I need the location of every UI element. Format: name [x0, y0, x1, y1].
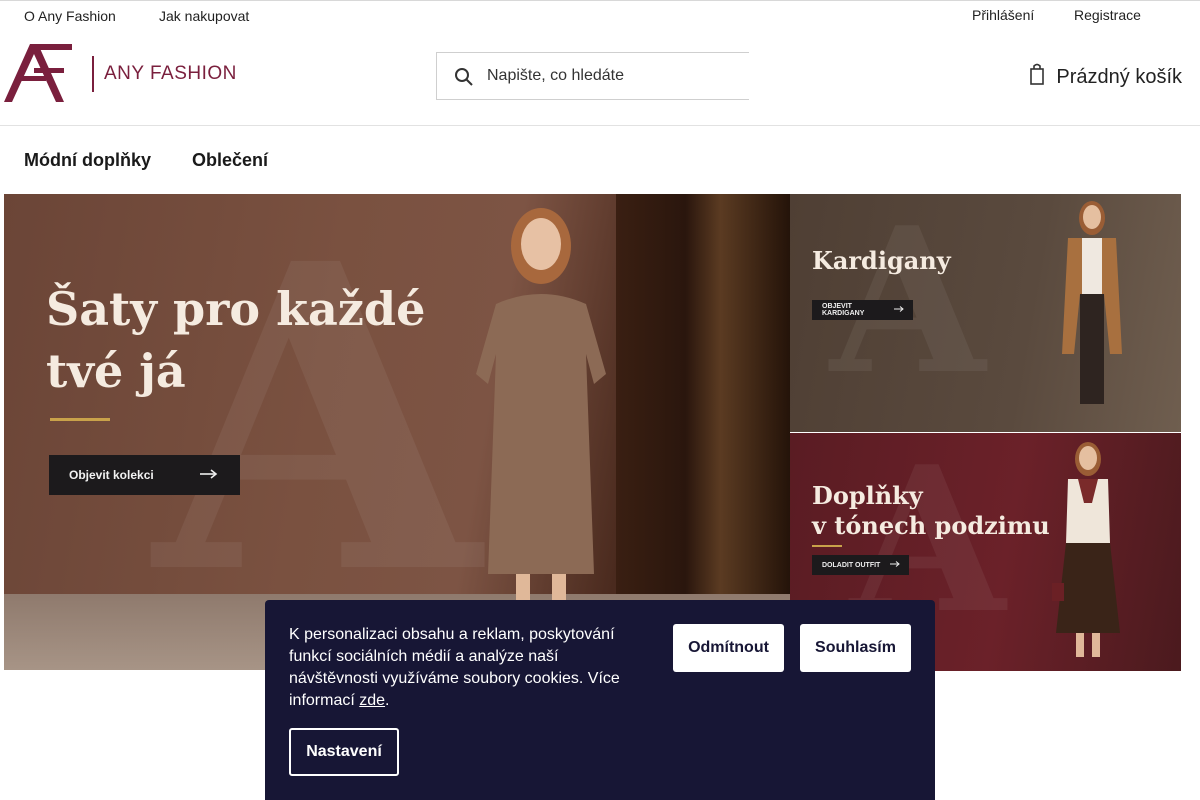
- cookie-consent-dialog: K personalizaci obsahu a reklam, poskyto…: [265, 600, 935, 800]
- search-input[interactable]: [487, 61, 737, 91]
- cart-icon: [1030, 63, 1045, 91]
- cookie-text-end: .: [385, 692, 390, 709]
- accessories-title: Doplňky v tónech podzimu: [812, 481, 1050, 541]
- site-header: ANY FASHION Prázdný košík: [0, 30, 1200, 126]
- search-box: [436, 52, 749, 100]
- hero-title: Šaty pro každé tvé já: [46, 278, 466, 402]
- cart-button[interactable]: Prázdný košík: [1030, 63, 1182, 91]
- model-image: [1062, 201, 1122, 404]
- accessories-cta-button[interactable]: DOLADIT OUTFIT: [812, 555, 909, 575]
- hero-title-line2: tvé já: [46, 344, 186, 398]
- cardigans-cta-button[interactable]: OBJEVIT KARDIGANY: [812, 300, 913, 320]
- about-link[interactable]: O Any Fashion: [24, 8, 116, 24]
- logo-text: ANY FASHION: [104, 63, 237, 84]
- hero-cta-button[interactable]: Objevit kolekci: [49, 455, 240, 495]
- search-icon[interactable]: [454, 67, 474, 87]
- login-link[interactable]: Přihlášení: [972, 7, 1034, 23]
- hero-divider: [50, 418, 110, 421]
- hero-cta-label: Objevit kolekci: [69, 468, 154, 482]
- main-nav: Módní doplňky Oblečení: [0, 126, 1200, 193]
- cardigans-banner[interactable]: A Kardigany OBJEVIT KARDIGANY: [790, 194, 1181, 432]
- nav-item-clothing[interactable]: Oblečení: [192, 150, 268, 171]
- logo[interactable]: ANY FASHION: [4, 42, 254, 106]
- shop-door-graphic: [616, 194, 790, 594]
- hero-title-line1: Šaty pro každé: [46, 282, 426, 336]
- settings-button[interactable]: Nastavení: [289, 728, 399, 776]
- arrow-right-icon: [200, 468, 218, 482]
- model-image: [1052, 442, 1120, 657]
- cookie-text: K personalizaci obsahu a reklam, poskyto…: [289, 624, 634, 712]
- accessories-title-line1: Doplňky: [812, 481, 923, 510]
- logo-monogram: ANY FASHION: [4, 44, 237, 102]
- hero-banner[interactable]: A Šaty pro každé tvé já Objevit kolekci: [4, 194, 790, 670]
- register-link[interactable]: Registrace: [1074, 7, 1141, 23]
- accept-button[interactable]: Souhlasím: [800, 624, 911, 672]
- how-to-shop-link[interactable]: Jak nakupovat: [159, 8, 249, 24]
- cardigans-cta-label: OBJEVIT KARDIGANY: [822, 303, 865, 317]
- arrow-right-icon: [894, 306, 904, 314]
- reject-button[interactable]: Odmítnout: [673, 624, 784, 672]
- accessories-cta-label: DOLADIT OUTFIT: [822, 561, 881, 569]
- nav-item-accessories[interactable]: Módní doplňky: [24, 150, 151, 171]
- cookie-message: K personalizaci obsahu a reklam, poskyto…: [289, 626, 620, 709]
- accessories-divider: [812, 545, 842, 547]
- accessories-title-line2: v tónech podzimu: [812, 511, 1050, 540]
- model-image: [476, 208, 606, 654]
- cart-label: Prázdný košík: [1056, 65, 1182, 88]
- top-bar: O Any Fashion Jak nakupovat Přihlášení R…: [0, 0, 1200, 30]
- cardigans-title: Kardigany: [812, 246, 951, 275]
- cookie-more-info-link[interactable]: zde: [359, 692, 385, 709]
- arrow-right-icon: [890, 561, 900, 569]
